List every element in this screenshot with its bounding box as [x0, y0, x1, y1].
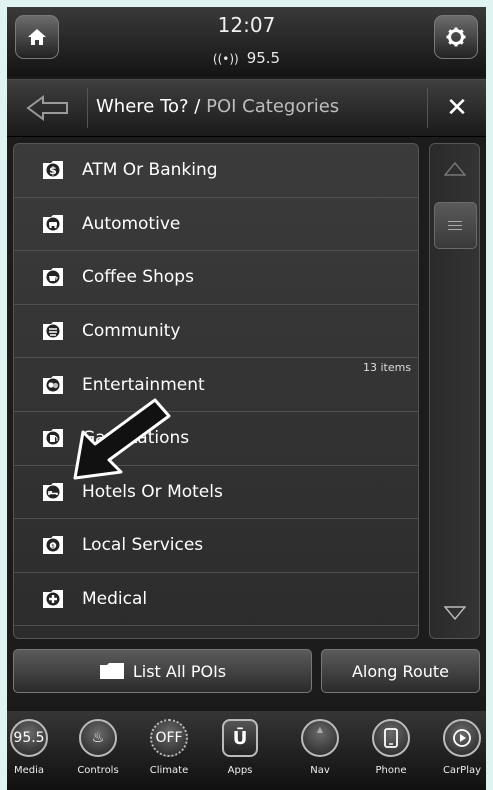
dock-controls[interactable]: ♨ Controls — [68, 719, 128, 776]
dock-label: CarPlay — [442, 765, 482, 776]
dock-phone[interactable]: Phone — [361, 719, 421, 776]
coffee-icon — [43, 268, 63, 287]
svg-text:$: $ — [49, 164, 57, 177]
dock-nav[interactable]: ▲ Nav — [290, 719, 350, 776]
list-item[interactable]: $ ATM Or Banking — [14, 144, 418, 198]
car-icon — [43, 214, 63, 233]
status-bar: 12:07 ((•)) 95.5 — [7, 7, 486, 77]
item-count: 13 items — [363, 361, 412, 374]
scroll-down-icon[interactable] — [444, 606, 466, 620]
list-all-pois-button[interactable]: List All POIs — [13, 649, 312, 693]
medical-cross-icon — [43, 590, 63, 609]
screen: 12:07 ((•)) 95.5 Where To? / POI Categor… — [7, 7, 486, 790]
phone-icon — [372, 719, 410, 757]
radio-frequency: 95.5 — [246, 49, 281, 67]
along-route-button[interactable]: Along Route — [321, 649, 480, 693]
app-dock: 95.5 Media ♨ Controls OFF Climate Ū Apps… — [7, 711, 486, 790]
list-all-pois-label: List All POIs — [132, 661, 227, 681]
list-item-label: Coffee Shops — [82, 267, 194, 288]
dock-media[interactable]: 95.5 Media — [7, 719, 59, 776]
nav-compass-icon: ▲ — [301, 719, 339, 757]
dock-label: Phone — [375, 765, 407, 776]
carplay-icon — [443, 719, 481, 757]
dock-label: Nav — [310, 765, 330, 776]
under-strip — [7, 697, 486, 711]
radio-antenna-icon: ((•)) — [212, 52, 239, 66]
dock-label: Apps — [227, 765, 253, 776]
dock-apps[interactable]: Ū Apps — [210, 719, 270, 776]
clock: 12:07 — [217, 13, 276, 37]
list-item-label: Community — [82, 321, 181, 342]
fuel-icon — [43, 429, 63, 448]
title-main: Where To? / — [96, 96, 201, 117]
list-item-label: Entertainment — [82, 374, 205, 395]
close-button[interactable]: ✕ — [441, 90, 473, 126]
header-bar: Where To? / POI Categories ✕ — [7, 79, 486, 137]
seat-heat-icon: ♨ — [79, 719, 117, 757]
page-title: Where To? / POI Categories — [96, 96, 339, 117]
list-item[interactable]: Community — [14, 305, 418, 359]
bank-icon: $ — [43, 161, 63, 180]
apps-icon: Ū — [222, 719, 258, 757]
list-item-label: Local Services — [82, 535, 204, 556]
media-value: 95.5 — [10, 719, 48, 757]
climate-value: OFF — [150, 719, 188, 757]
back-button[interactable] — [25, 94, 73, 122]
bed-icon — [43, 482, 63, 501]
dock-carplay[interactable]: CarPlay — [432, 719, 486, 776]
title-sub: POI Categories — [206, 96, 340, 117]
back-arrow-icon — [26, 95, 68, 121]
masks-icon — [43, 375, 63, 394]
radio-station: ((•)) 95.5 — [7, 49, 486, 67]
close-icon: ✕ — [446, 93, 468, 123]
svg-text:$: $ — [51, 544, 55, 550]
dock-label: Climate — [149, 765, 189, 776]
community-icon — [43, 322, 63, 341]
poi-category-list: $ ATM Or Banking Automotive Coffee Shops — [13, 143, 419, 639]
pointer-arrow-icon — [73, 398, 171, 480]
list-item[interactable]: Automotive — [14, 198, 418, 252]
list-item-label: Medical — [82, 589, 148, 610]
folder-icon — [99, 663, 124, 679]
list-item[interactable]: Medical — [14, 573, 418, 627]
list-item-label: Automotive — [82, 213, 181, 234]
dock-label: Controls — [77, 765, 119, 776]
divider — [87, 88, 88, 128]
scroll-up-icon[interactable] — [444, 162, 466, 176]
gear-icon — [446, 27, 466, 47]
services-icon: $ — [43, 536, 63, 555]
divider — [427, 88, 428, 128]
along-route-label: Along Route — [351, 661, 449, 681]
list-item-label: Hotels Or Motels — [82, 481, 223, 502]
list-item[interactable]: Coffee Shops — [14, 251, 418, 305]
settings-button[interactable] — [434, 15, 478, 59]
list-item-label: ATM Or Banking — [82, 160, 218, 181]
list-item[interactable]: $ Local Services — [14, 519, 418, 573]
dock-label: Media — [13, 765, 45, 776]
dock-climate[interactable]: OFF Climate — [139, 719, 199, 776]
scrollbar[interactable] — [429, 143, 480, 639]
scroll-thumb[interactable] — [434, 202, 477, 249]
